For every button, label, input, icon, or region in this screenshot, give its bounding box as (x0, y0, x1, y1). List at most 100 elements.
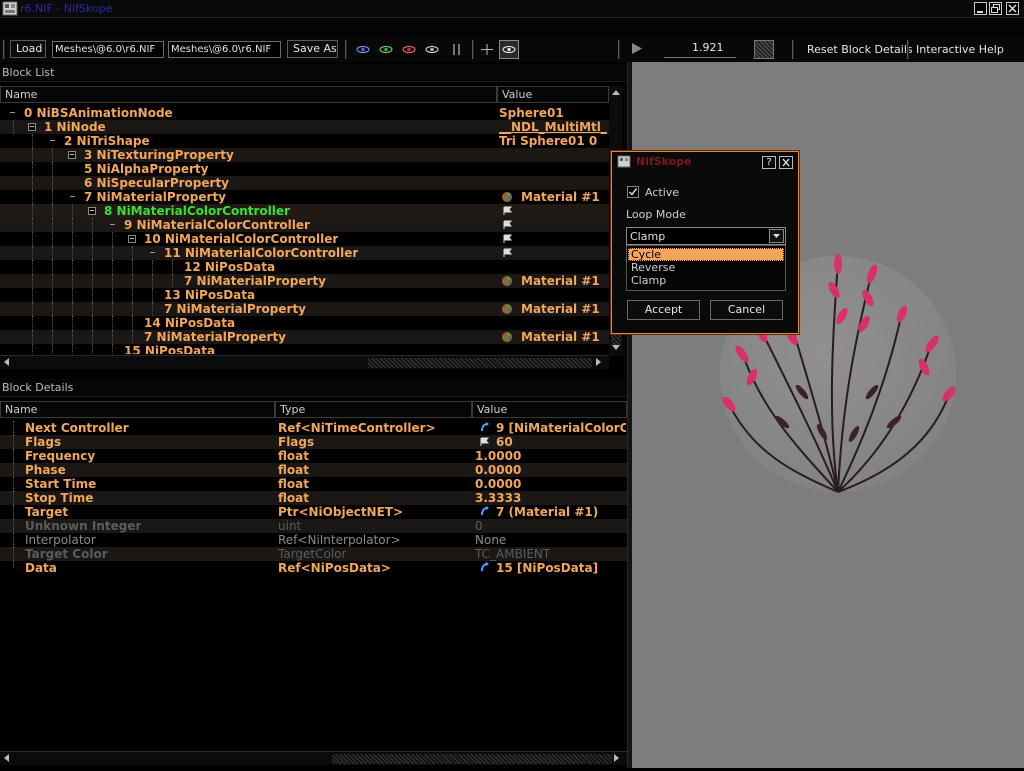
link-ref-icon (481, 422, 489, 432)
column-header-type[interactable]: Type (275, 401, 472, 418)
tree-row-name: 7 NiMaterialProperty (164, 302, 307, 316)
scroll-thumb[interactable] (332, 754, 612, 764)
tree-row[interactable]: 10 NiMaterialColorController (0, 232, 609, 246)
loop-mode-select[interactable]: Clamp (626, 227, 786, 245)
detail-row[interactable]: Flags Flags 60 (0, 435, 627, 449)
scroll-up-arrow[interactable] (612, 90, 620, 95)
loop-mode-label: Loop Mode (626, 208, 686, 221)
save-path-field[interactable]: Meshes\@6.0\r6.NIF (168, 41, 281, 58)
collapse-icon[interactable] (88, 207, 96, 215)
block-list-tree[interactable]: Name Value 0 NiBSAnimationNode Sphere01 … (0, 86, 627, 371)
toolbar-separator (792, 40, 794, 59)
tree-row[interactable]: 7 NiMaterialProperty Material #1 (0, 302, 609, 316)
view-mode-toggle[interactable] (499, 40, 519, 59)
detail-row[interactable]: Stop Time float 3.3333 (0, 491, 627, 505)
tree-row[interactable]: 7 NiMaterialProperty Material #1 (0, 274, 609, 288)
option-cycle[interactable]: Cycle (628, 248, 784, 261)
detail-row[interactable]: Target Ptr<NiObjectNET> 7 (Material #1) (0, 505, 627, 519)
load-path-field[interactable]: Meshes\@6.0\r6.NIF (52, 41, 164, 58)
tree-row[interactable]: 15 NiPosData (0, 344, 609, 354)
tree-row[interactable]: 1 NiNode __NDL_MultiMtl_ (0, 120, 609, 134)
option-clamp[interactable]: Clamp (628, 274, 784, 287)
block-list-hscrollbar[interactable] (0, 355, 609, 369)
chevron-down-icon (773, 234, 780, 238)
tree-row[interactable]: 7 NiMaterialProperty Material #1 (0, 330, 609, 344)
tree-row[interactable]: 9 NiMaterialColorController (0, 218, 609, 232)
tree-row[interactable]: 5 NiAlphaProperty (0, 162, 609, 176)
play-icon[interactable] (630, 42, 644, 55)
column-header-name[interactable]: Name (0, 86, 497, 103)
scroll-right-arrow[interactable] (614, 754, 619, 762)
tree-row[interactable]: 14 NiPosData (0, 316, 609, 330)
cancel-button[interactable]: Cancel (710, 300, 783, 320)
animation-slider-handle[interactable] (754, 40, 774, 59)
option-reverse[interactable]: Reverse (628, 261, 784, 274)
eye-green-icon[interactable] (379, 43, 393, 56)
block-details-hscrollbar[interactable] (0, 751, 627, 765)
load-button[interactable]: Load (10, 40, 46, 58)
detail-row-disabled[interactable]: Unknown Integer uint 0 (0, 519, 627, 533)
minimize-icon (977, 11, 983, 13)
detail-row-disabled[interactable]: Interpolator Ref<NiInterpolator> None (0, 533, 627, 547)
save-as-button[interactable]: Save As (287, 40, 338, 58)
scroll-right-arrow[interactable] (596, 358, 601, 366)
tree-row-value: Material #1 (521, 302, 600, 316)
tree-row[interactable]: 13 NiPosData (0, 288, 609, 302)
accept-button[interactable]: Accept (627, 300, 700, 320)
expand-icon[interactable] (68, 151, 76, 159)
move-icon[interactable] (480, 43, 494, 56)
eye-blue-icon[interactable] (356, 43, 370, 56)
detail-row-disabled[interactable]: Target Color TargetColor TC_AMBIENT (0, 547, 627, 561)
detail-name: Flags (25, 435, 62, 449)
reset-block-details-button[interactable]: Reset Block Details (807, 41, 913, 58)
interactive-help-button[interactable]: Interactive Help (916, 41, 1004, 58)
tree-row[interactable]: 11 NiMaterialColorController (0, 246, 609, 260)
eye-red-icon[interactable] (402, 43, 416, 56)
collapse-icon[interactable] (128, 235, 136, 243)
checkmark-icon (628, 188, 638, 196)
tree-row-name: 13 NiPosData (164, 288, 256, 302)
column-header-value[interactable]: Value (497, 86, 609, 103)
close-window-button[interactable] (1006, 2, 1019, 15)
active-checkbox[interactable] (627, 186, 639, 198)
scroll-left-arrow[interactable] (4, 754, 9, 762)
tree-row-name: 9 NiMaterialColorController (124, 218, 310, 232)
dialog-close-button[interactable] (779, 156, 793, 169)
material-palette-icon (502, 192, 512, 202)
nifskope-app-icon (617, 155, 631, 168)
restore-button[interactable] (989, 2, 1002, 15)
tree-row-value: Sphere01 (499, 106, 564, 120)
dropdown-button[interactable] (769, 229, 784, 243)
tree-row[interactable]: 0 NiBSAnimationNode Sphere01 (0, 106, 609, 120)
detail-row[interactable]: Frequency float 1.0000 (0, 449, 627, 463)
scroll-down-arrow[interactable] (612, 345, 620, 350)
scroll-thumb[interactable] (368, 358, 592, 368)
detail-row[interactable]: Data Ref<NiPosData> 15 [NiPosData] (0, 561, 627, 575)
column-header-value[interactable]: Value (472, 401, 627, 418)
time-spinbox[interactable]: 1.921 (664, 41, 736, 58)
collapse-icon[interactable] (28, 123, 36, 131)
material-palette-icon (502, 332, 512, 342)
column-header-name[interactable]: Name (0, 401, 275, 418)
dialog-help-button[interactable]: ? (762, 156, 776, 169)
axis-icon[interactable] (450, 43, 464, 56)
eye-white-icon[interactable] (425, 43, 439, 56)
detail-value: 7 (Material #1) (496, 505, 599, 519)
tree-row-name: 6 NiSpecularProperty (84, 176, 230, 190)
block-details-table[interactable]: Name Type Value Next Controller Ref<NiTi… (0, 401, 627, 768)
detail-row[interactable]: Phase float 0.0000 (0, 463, 627, 477)
detail-type: float (278, 449, 309, 463)
tree-row[interactable]: 3 NiTexturingProperty (0, 148, 609, 162)
tree-row[interactable]: 7 NiMaterialProperty Material #1 (0, 190, 609, 204)
tree-row-selected[interactable]: 8 NiMaterialColorController (0, 204, 609, 218)
tree-row[interactable]: 2 NiTriShape Tri Sphere01 0 (0, 134, 609, 148)
dialog-title-bar: NifSkope ? (612, 152, 798, 171)
minimize-button[interactable] (974, 2, 987, 15)
scroll-left-arrow[interactable] (4, 358, 9, 366)
detail-type: float (278, 463, 309, 477)
detail-row[interactable]: Next Controller Ref<NiTimeController> 9 … (0, 421, 627, 435)
tree-row-name: 12 NiPosData (184, 260, 276, 274)
detail-row[interactable]: Start Time float 0.0000 (0, 477, 627, 491)
tree-row[interactable]: 6 NiSpecularProperty (0, 176, 609, 190)
tree-row[interactable]: 12 NiPosData (0, 260, 609, 274)
